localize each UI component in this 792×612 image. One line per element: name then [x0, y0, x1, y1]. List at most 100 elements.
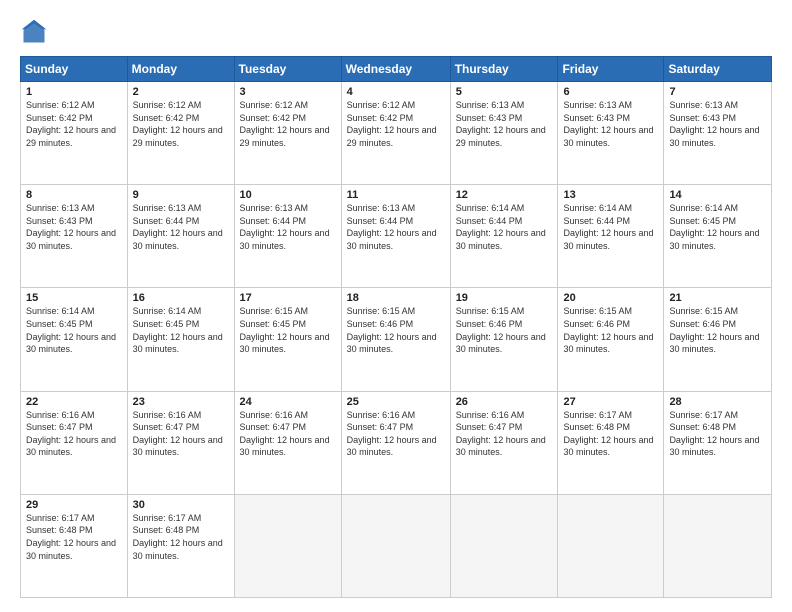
day-header-saturday: Saturday	[664, 57, 772, 82]
day-info: Sunrise: 6:17 AMSunset: 6:48 PMDaylight:…	[563, 409, 658, 459]
calendar-week-row: 29Sunrise: 6:17 AMSunset: 6:48 PMDayligh…	[21, 494, 772, 597]
page: SundayMondayTuesdayWednesdayThursdayFrid…	[0, 0, 792, 612]
calendar-cell: 17Sunrise: 6:15 AMSunset: 6:45 PMDayligh…	[234, 288, 341, 391]
day-info: Sunrise: 6:13 AMSunset: 6:44 PMDaylight:…	[133, 202, 229, 252]
day-info: Sunrise: 6:12 AMSunset: 6:42 PMDaylight:…	[347, 99, 445, 149]
day-number: 18	[347, 292, 445, 304]
calendar-cell: 9Sunrise: 6:13 AMSunset: 6:44 PMDaylight…	[127, 185, 234, 288]
calendar-cell	[234, 494, 341, 597]
calendar-week-row: 8Sunrise: 6:13 AMSunset: 6:43 PMDaylight…	[21, 185, 772, 288]
calendar-week-row: 1 Sunrise: 6:12 AMSunset: 6:42 PMDaylight…	[21, 82, 772, 185]
day-number: 2	[133, 86, 229, 98]
day-number: 24	[240, 396, 336, 408]
day-info: Sunrise: 6:16 AMSunset: 6:47 PMDaylight:…	[26, 409, 122, 459]
day-info: Sunrise: 6:13 AMSunset: 6:43 PMDaylight:…	[456, 99, 553, 149]
day-info: Sunrise: 6:16 AMSunset: 6:47 PMDaylight:…	[240, 409, 336, 459]
day-number: 15	[26, 292, 122, 304]
day-info: Sunrise: 6:13 AMSunset: 6:44 PMDaylight:…	[347, 202, 445, 252]
calendar-cell: 7Sunrise: 6:13 AMSunset: 6:43 PMDaylight…	[664, 82, 772, 185]
day-info: Sunrise: 6:13 AMSunset: 6:43 PMDaylight:…	[26, 202, 122, 252]
day-number: 27	[563, 396, 658, 408]
day-info: Sunrise: 6:13 AMSunset: 6:43 PMDaylight:…	[563, 99, 658, 149]
calendar-cell: 30Sunrise: 6:17 AMSunset: 6:48 PMDayligh…	[127, 494, 234, 597]
day-info: Sunrise: 6:14 AMSunset: 6:45 PMDaylight:…	[669, 202, 766, 252]
day-info: Sunrise: 6:15 AMSunset: 6:46 PMDaylight:…	[669, 305, 766, 355]
day-number: 1	[26, 86, 122, 98]
calendar-week-row: 15Sunrise: 6:14 AMSunset: 6:45 PMDayligh…	[21, 288, 772, 391]
day-info: Sunrise: 6:17 AMSunset: 6:48 PMDaylight:…	[26, 512, 122, 562]
day-number: 19	[456, 292, 553, 304]
day-info: Sunrise: 6:13 AMSunset: 6:44 PMDaylight:…	[240, 202, 336, 252]
day-info: Sunrise: 6:13 AMSunset: 6:43 PMDaylight:…	[669, 99, 766, 149]
day-info: Sunrise: 6:16 AMSunset: 6:47 PMDaylight:…	[133, 409, 229, 459]
logo	[20, 18, 52, 46]
day-info: Sunrise: 6:15 AMSunset: 6:46 PMDaylight:…	[456, 305, 553, 355]
day-number: 12	[456, 189, 553, 201]
calendar-cell: 1Sunrise: 6:12 AMSunset: 6:42 PMDaylight…	[21, 82, 128, 185]
day-number: 30	[133, 499, 229, 511]
day-number: 5	[456, 86, 553, 98]
day-info: Sunrise: 6:17 AMSunset: 6:48 PMDaylight:…	[133, 512, 229, 562]
day-number: 16	[133, 292, 229, 304]
day-number: 4	[347, 86, 445, 98]
header	[20, 18, 772, 46]
day-header-tuesday: Tuesday	[234, 57, 341, 82]
day-header-thursday: Thursday	[450, 57, 558, 82]
day-info: Sunrise: 6:16 AMSunset: 6:47 PMDaylight:…	[456, 409, 553, 459]
calendar-cell: 28Sunrise: 6:17 AMSunset: 6:48 PMDayligh…	[664, 391, 772, 494]
calendar-cell: 15Sunrise: 6:14 AMSunset: 6:45 PMDayligh…	[21, 288, 128, 391]
calendar-cell: 14Sunrise: 6:14 AMSunset: 6:45 PMDayligh…	[664, 185, 772, 288]
day-info: Sunrise: 6:17 AMSunset: 6:48 PMDaylight:…	[669, 409, 766, 459]
calendar-header-row: SundayMondayTuesdayWednesdayThursdayFrid…	[21, 57, 772, 82]
day-number: 28	[669, 396, 766, 408]
calendar-cell: 25Sunrise: 6:16 AMSunset: 6:47 PMDayligh…	[341, 391, 450, 494]
day-header-monday: Monday	[127, 57, 234, 82]
day-number: 21	[669, 292, 766, 304]
day-number: 22	[26, 396, 122, 408]
day-number: 9	[133, 189, 229, 201]
logo-icon	[20, 18, 48, 46]
calendar-cell: 10Sunrise: 6:13 AMSunset: 6:44 PMDayligh…	[234, 185, 341, 288]
day-info: Sunrise: 6:16 AMSunset: 6:47 PMDaylight:…	[347, 409, 445, 459]
day-info: Sunrise: 6:15 AMSunset: 6:46 PMDaylight:…	[347, 305, 445, 355]
day-info: Sunrise: 6:14 AMSunset: 6:44 PMDaylight:…	[563, 202, 658, 252]
calendar-cell: 20Sunrise: 6:15 AMSunset: 6:46 PMDayligh…	[558, 288, 664, 391]
day-info: Sunrise: 6:14 AMSunset: 6:45 PMDaylight:…	[26, 305, 122, 355]
calendar-cell	[664, 494, 772, 597]
calendar-cell: 23Sunrise: 6:16 AMSunset: 6:47 PMDayligh…	[127, 391, 234, 494]
calendar-cell	[558, 494, 664, 597]
day-number: 3	[240, 86, 336, 98]
day-number: 20	[563, 292, 658, 304]
day-number: 14	[669, 189, 766, 201]
day-number: 13	[563, 189, 658, 201]
calendar-cell: 26Sunrise: 6:16 AMSunset: 6:47 PMDayligh…	[450, 391, 558, 494]
calendar-cell: 8Sunrise: 6:13 AMSunset: 6:43 PMDaylight…	[21, 185, 128, 288]
calendar-cell: 16Sunrise: 6:14 AMSunset: 6:45 PMDayligh…	[127, 288, 234, 391]
day-number: 25	[347, 396, 445, 408]
day-number: 26	[456, 396, 553, 408]
day-number: 23	[133, 396, 229, 408]
calendar-cell: 19Sunrise: 6:15 AMSunset: 6:46 PMDayligh…	[450, 288, 558, 391]
day-info: Sunrise: 6:15 AMSunset: 6:45 PMDaylight:…	[240, 305, 336, 355]
calendar-cell: 3Sunrise: 6:12 AMSunset: 6:42 PMDaylight…	[234, 82, 341, 185]
day-header-sunday: Sunday	[21, 57, 128, 82]
calendar-cell: 4Sunrise: 6:12 AMSunset: 6:42 PMDaylight…	[341, 82, 450, 185]
day-number: 11	[347, 189, 445, 201]
day-number: 29	[26, 499, 122, 511]
calendar-cell: 13Sunrise: 6:14 AMSunset: 6:44 PMDayligh…	[558, 185, 664, 288]
calendar-week-row: 22Sunrise: 6:16 AMSunset: 6:47 PMDayligh…	[21, 391, 772, 494]
calendar-cell: 11Sunrise: 6:13 AMSunset: 6:44 PMDayligh…	[341, 185, 450, 288]
day-info: Sunrise: 6:14 AMSunset: 6:45 PMDaylight:…	[133, 305, 229, 355]
calendar-cell: 27Sunrise: 6:17 AMSunset: 6:48 PMDayligh…	[558, 391, 664, 494]
calendar-cell: 21Sunrise: 6:15 AMSunset: 6:46 PMDayligh…	[664, 288, 772, 391]
calendar-cell: 29Sunrise: 6:17 AMSunset: 6:48 PMDayligh…	[21, 494, 128, 597]
calendar-cell: 5Sunrise: 6:13 AMSunset: 6:43 PMDaylight…	[450, 82, 558, 185]
calendar-cell	[450, 494, 558, 597]
calendar-cell: 24Sunrise: 6:16 AMSunset: 6:47 PMDayligh…	[234, 391, 341, 494]
calendar-cell	[341, 494, 450, 597]
day-number: 10	[240, 189, 336, 201]
calendar-cell: 22Sunrise: 6:16 AMSunset: 6:47 PMDayligh…	[21, 391, 128, 494]
calendar-cell: 12Sunrise: 6:14 AMSunset: 6:44 PMDayligh…	[450, 185, 558, 288]
calendar-cell: 6Sunrise: 6:13 AMSunset: 6:43 PMDaylight…	[558, 82, 664, 185]
day-info: Sunrise: 6:15 AMSunset: 6:46 PMDaylight:…	[563, 305, 658, 355]
